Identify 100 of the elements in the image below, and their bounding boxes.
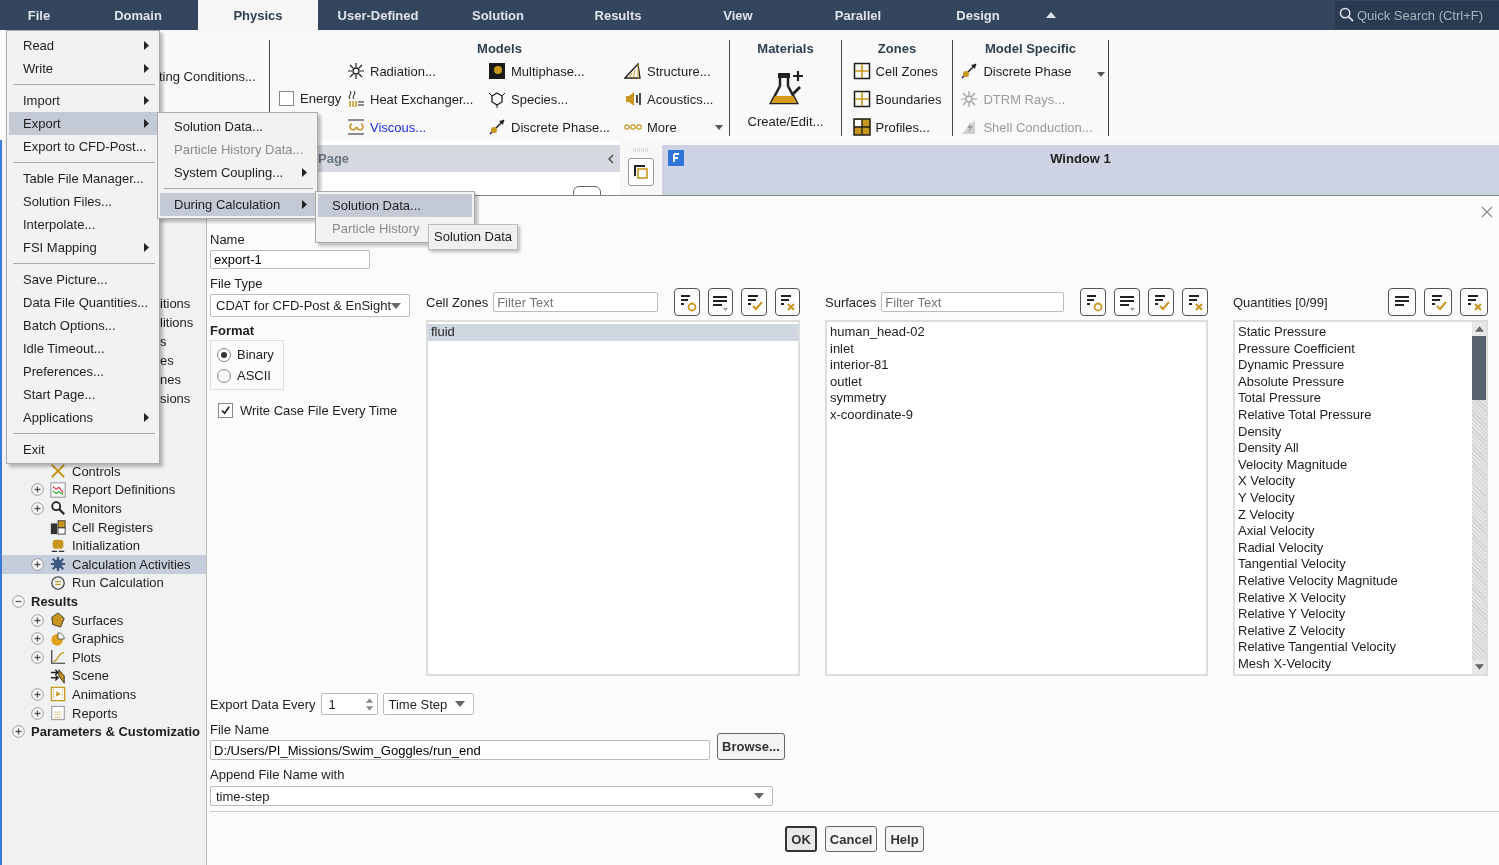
ribbon-button-label[interactable]: ting Conditions... <box>159 69 256 84</box>
list-item[interactable]: Relative Z Velocity <box>1235 622 1472 640</box>
energy-checkbox[interactable]: Energy <box>270 87 347 109</box>
scrollbar[interactable] <box>1472 322 1486 674</box>
filter-field[interactable]: Filter Text <box>493 292 659 312</box>
tree-item[interactable]: Surfaces <box>2 610 316 630</box>
menu-item[interactable]: Read <box>9 34 157 57</box>
quick-search-field[interactable]: Quick Search (Ctrl+F) <box>1335 1 1499 29</box>
list-item[interactable]: Total Pressure <box>1235 390 1472 407</box>
tree-item[interactable]: Report Definitions <box>2 480 316 500</box>
menu-item[interactable]: System Coupling... <box>160 161 315 184</box>
model-button[interactable]: Multiphase... <box>488 57 624 85</box>
list-tool-button[interactable] <box>1148 288 1175 316</box>
model-button[interactable]: Discrete Phase... <box>488 113 624 141</box>
window-layout-button[interactable] <box>628 158 654 186</box>
list-item[interactable]: Tangential Velocity <box>1235 556 1472 573</box>
menu-item[interactable]: Idle Timeout... <box>9 337 157 360</box>
model-button[interactable]: Species... <box>488 85 624 113</box>
list-item[interactable]: symmetry <box>827 390 1206 407</box>
expander-icon[interactable] <box>31 687 44 701</box>
tree-item[interactable]: itions <box>160 296 191 311</box>
name-field[interactable]: export-1 <box>210 250 370 269</box>
menu-item[interactable]: Solution Data... <box>160 115 315 138</box>
ribbon-tab[interactable]: Solution <box>438 0 558 30</box>
tree-item[interactable]: Cell Registers <box>2 517 316 537</box>
tree-item[interactable]: es <box>160 353 174 368</box>
expander-icon[interactable] <box>31 650 44 664</box>
list-tool-button[interactable] <box>741 288 767 316</box>
tree-item[interactable]: Run Calculation <box>2 573 316 593</box>
menu-item[interactable]: During Calculation <box>160 193 315 216</box>
menu-item[interactable]: Applications <box>9 406 157 429</box>
list-tool-button[interactable] <box>774 288 800 316</box>
ribbon-tab[interactable]: Parallel <box>798 0 918 30</box>
ribbon-tab[interactable]: Domain <box>78 0 198 30</box>
expander-icon[interactable] <box>31 632 44 646</box>
tree-item[interactable]: Scene <box>2 666 316 686</box>
expander-icon[interactable] <box>31 706 44 720</box>
menu-item[interactable]: Solution Files... <box>9 190 157 213</box>
list-item[interactable]: outlet <box>827 373 1206 391</box>
collapse-icon[interactable] <box>608 153 614 164</box>
ribbon-tab[interactable]: Design <box>918 0 1038 30</box>
list-tool-button[interactable] <box>707 288 734 316</box>
tree-item[interactable]: Initialization <box>2 536 316 555</box>
list-tool-button[interactable] <box>674 288 700 316</box>
ribbon-tab[interactable]: Results <box>558 0 678 30</box>
list-tool-button[interactable] <box>1080 288 1107 316</box>
menu-item[interactable]: Import <box>9 89 157 112</box>
model-button[interactable]: Viscous... <box>347 113 488 141</box>
file-type-dropdown[interactable]: CDAT for CFD-Post & EnSight <box>210 294 410 317</box>
menu-item[interactable]: Export to CFD-Post... <box>9 135 157 158</box>
list-item[interactable]: Relative X Velocity <box>1235 589 1472 607</box>
model-button[interactable]: Acoustics... <box>624 85 729 113</box>
file-name-field[interactable]: D:/Users/PI_Missions/Swim_Goggles/run_end <box>210 740 710 760</box>
model-button[interactable]: Radiation... <box>347 57 488 85</box>
menu-item[interactable]: Start Page... <box>9 383 157 406</box>
browse-button[interactable]: Browse... <box>717 733 785 760</box>
menu-item[interactable]: FSI Mapping <box>9 236 157 259</box>
list-tool-button[interactable] <box>1114 288 1141 316</box>
list-item[interactable]: human_head-02 <box>827 324 1206 341</box>
tree-item[interactable]: Graphics <box>2 629 316 648</box>
expander-icon[interactable] <box>31 613 44 627</box>
model-button[interactable]: Heat Exchanger... <box>347 85 488 113</box>
menu-item[interactable]: Interpolate... <box>9 213 157 236</box>
scroll-up-icon[interactable] <box>1474 326 1484 332</box>
list-item[interactable]: Z Velocity <box>1235 506 1472 524</box>
list-tool-button[interactable] <box>1182 288 1208 316</box>
zone-button[interactable]: Profiles... <box>852 113 942 141</box>
menu-item[interactable]: Table File Manager... <box>9 167 157 190</box>
list-item[interactable]: Absolute Pressure <box>1235 373 1472 391</box>
ribbon-tab[interactable]: View <box>678 0 798 30</box>
zone-button[interactable]: Boundaries <box>852 85 942 113</box>
expander-icon[interactable] <box>31 502 44 515</box>
list-item[interactable]: interior-81 <box>827 357 1206 374</box>
filter-field[interactable]: Filter Text <box>881 292 1065 312</box>
scroll-thumb[interactable] <box>1472 336 1486 400</box>
interval-spinner[interactable]: 1 <box>320 693 378 715</box>
list-item[interactable]: Relative Tangential Velocity <box>1235 639 1472 656</box>
tree-item[interactable]: Results <box>2 592 316 611</box>
list-item[interactable]: Relative Velocity Magnitude <box>1235 572 1472 590</box>
menu-item[interactable]: Export <box>9 112 157 135</box>
caret-icon[interactable] <box>1096 72 1105 77</box>
model-specific-button[interactable]: Discrete Phase <box>960 57 1093 85</box>
expander-icon[interactable] <box>31 483 44 497</box>
list-item[interactable]: Static Pressure <box>1235 324 1472 341</box>
list-item[interactable]: fluid <box>428 324 798 341</box>
interval-unit-dropdown[interactable]: Time Step <box>382 693 474 715</box>
dialog-button[interactable]: Help <box>885 826 924 852</box>
list-tool-button[interactable] <box>1424 288 1452 316</box>
list-item[interactable]: Relative Total Pressure <box>1235 406 1472 424</box>
model-button[interactable]: Structure... <box>624 57 729 85</box>
ribbon-tab[interactable]: File <box>0 0 78 30</box>
collapse-icon[interactable] <box>1046 12 1056 18</box>
menu-item[interactable]: Exit <box>9 438 157 461</box>
menu-item[interactable]: Write <box>9 57 157 80</box>
ribbon-tab[interactable]: Physics <box>198 0 318 30</box>
list-item[interactable]: x-coordinate-9 <box>827 406 1206 424</box>
tree-item[interactable]: s <box>160 334 167 349</box>
menu-item[interactable]: Save Picture... <box>9 268 157 291</box>
dialog-button[interactable]: Cancel <box>824 826 878 852</box>
list-tool-button[interactable] <box>1388 288 1416 316</box>
